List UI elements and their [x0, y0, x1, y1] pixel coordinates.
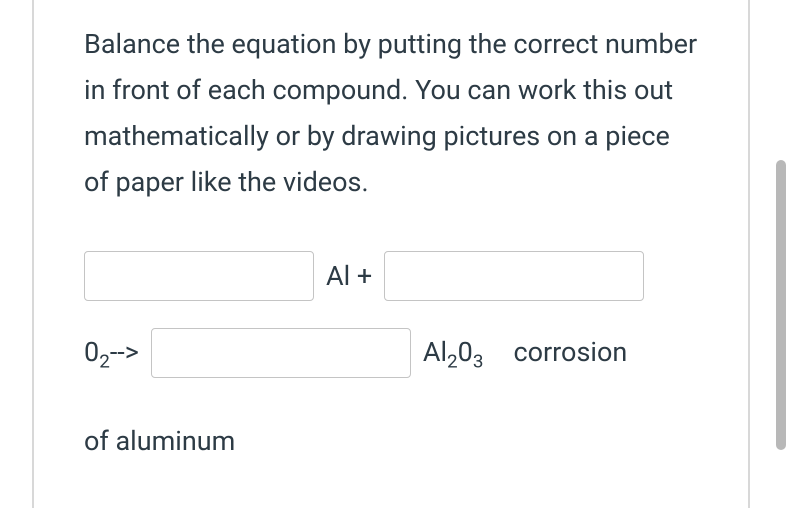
- corrosion-label: corrosion: [513, 320, 627, 385]
- al2o3-label: Al203: [423, 320, 484, 385]
- question-instructions: Balance the equation by putting the corr…: [84, 22, 698, 206]
- equation-row-2: 02--> Al203 corrosion: [84, 320, 698, 385]
- coefficient-input-3[interactable]: [151, 328, 411, 378]
- equation-row-1: Al +: [84, 244, 698, 309]
- coefficient-input-1[interactable]: [84, 251, 314, 301]
- equation-area: Al + 02--> Al203 corrosion of aluminum: [84, 244, 698, 474]
- scrollbar-thumb[interactable]: [776, 160, 786, 450]
- equation-row-3: of aluminum: [84, 409, 698, 474]
- o2-arrow-label: 02-->: [84, 320, 139, 385]
- question-container: Balance the equation by putting the corr…: [32, 0, 750, 508]
- of-aluminum-label: of aluminum: [84, 425, 235, 457]
- al-plus-label: Al +: [326, 244, 372, 309]
- coefficient-input-2[interactable]: [384, 251, 644, 301]
